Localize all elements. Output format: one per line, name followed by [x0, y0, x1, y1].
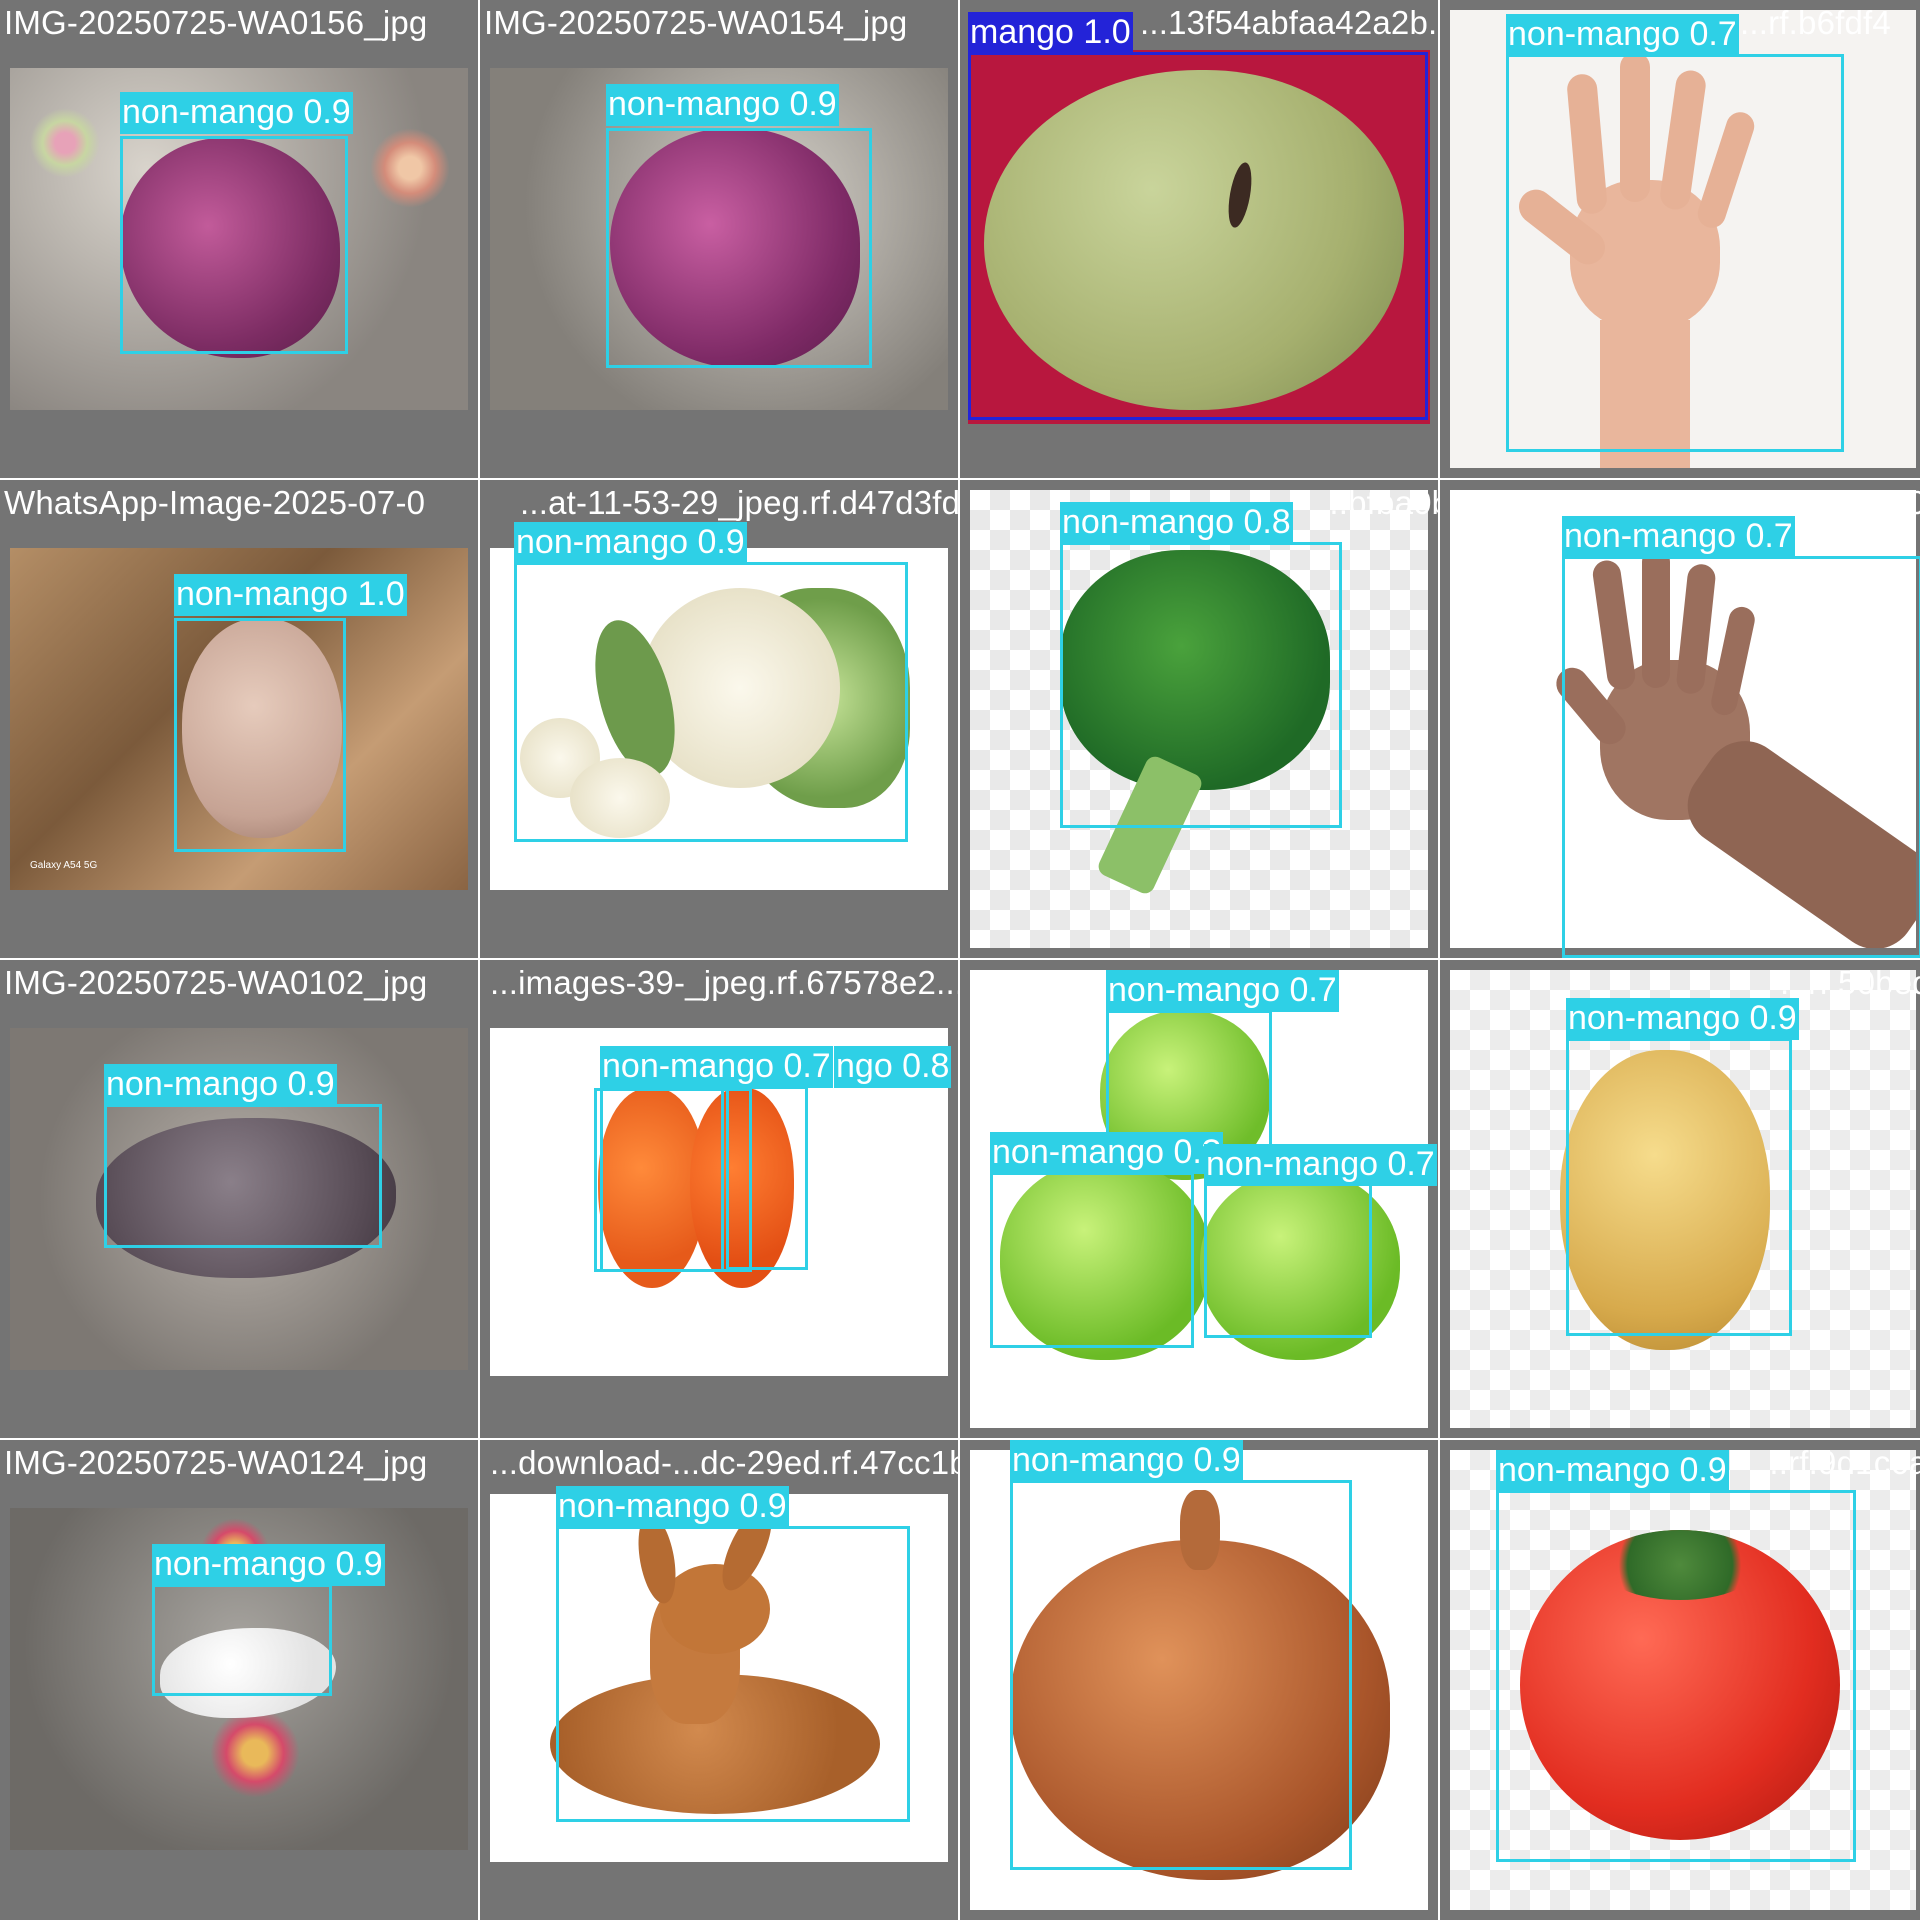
tile-1[interactable]: IMG-20250725-WA0156_jpg non-mango 0.9	[0, 0, 478, 478]
detection-label: non-mango 0.7	[600, 1046, 833, 1088]
detection-label: non-mango 0.7	[1506, 14, 1739, 56]
detection-label: non-mango 0.7	[1106, 970, 1339, 1012]
tile-filename: ...jpeg.rf.a5008	[1740, 484, 1920, 521]
tile-filename: IMG-20250725-WA0154_jpg	[484, 4, 908, 41]
detection-box	[1204, 1182, 1372, 1338]
cloth-flower	[30, 108, 100, 178]
grid-divider	[1438, 0, 1440, 1920]
detection-box-mango	[968, 52, 1428, 420]
detection-grid: IMG-20250725-WA0156_jpg non-mango 0.9 IM…	[0, 0, 1920, 1920]
tile-filename: ...rf.50bed	[1780, 964, 1920, 1001]
detection-label: non-mango 0.9	[1566, 998, 1799, 1040]
tile-6[interactable]: ...at-11-53-29_jpeg.rf.d47d3fd non-mango…	[480, 480, 958, 958]
tile-13[interactable]: IMG-20250725-WA0124_jpg non-mango 0.9	[0, 1440, 478, 1920]
cloth-flower	[210, 1708, 300, 1798]
detection-label: non-mango 1.0	[174, 574, 407, 616]
detection-label: non-mango 0.9	[120, 92, 353, 134]
tile-5[interactable]: Galaxy A54 5G WhatsApp-Image-2025-07-0 n…	[0, 480, 478, 958]
detection-box	[606, 128, 872, 368]
tile-12[interactable]: ...rf.50bed non-mango 0.9	[1440, 960, 1920, 1438]
detection-box	[514, 562, 908, 842]
grid-divider	[0, 1438, 1920, 1440]
detection-label: non-mango 0.9	[1496, 1450, 1729, 1492]
grid-divider	[958, 0, 960, 1920]
tile-9[interactable]: IMG-20250725-WA0102_jpg non-mango 0.9	[0, 960, 478, 1438]
tile-14[interactable]: ...download-...dc-29ed.rf.47cc1b non-man…	[480, 1440, 958, 1920]
tile-filename: WhatsApp-Image-2025-07-0	[4, 484, 426, 521]
tile-filename: ...at-11-53-29_jpeg.rf.d47d3fd	[520, 484, 958, 521]
detection-label: non-mango 0.9	[152, 1544, 385, 1586]
tile-15[interactable]: ...rf.68e7d5d... non-mango 0.9	[960, 1440, 1438, 1920]
detection-label: non-mango 0.9	[606, 84, 839, 126]
tile-filename: IMG-20250725-WA0156_jpg	[4, 4, 428, 41]
tile-filename: ...images-39-_jpeg.rf.67578e2...	[490, 964, 958, 1001]
detection-label: non-mango 0.9	[556, 1486, 789, 1528]
tile-10[interactable]: ...images-39-_jpeg.rf.67578e2... ngo 0.8…	[480, 960, 958, 1438]
tile-3[interactable]: ...13f54abfaa42a2b... mango 1.0	[960, 0, 1438, 478]
tile-2[interactable]: IMG-20250725-WA0154_jpg non-mango 0.9	[480, 0, 958, 478]
tile-filename: ...rf.b6fdf4	[1740, 4, 1891, 41]
cloth-flower	[370, 128, 450, 208]
detection-label: ngo 0.8	[834, 1046, 952, 1088]
detection-label: non-mango 0.7	[1562, 516, 1795, 558]
grid-divider	[0, 478, 1920, 480]
detection-box	[726, 1086, 808, 1270]
tile-8[interactable]: ...jpeg.rf.a5008 non-mango 0.7	[1440, 480, 1920, 958]
detection-box	[1010, 1480, 1352, 1870]
camera-watermark: Galaxy A54 5G	[30, 860, 98, 871]
detection-label: non-mango 0.7	[1204, 1144, 1437, 1186]
tile-filename: IMG-20250725-WA0124_jpg	[4, 1444, 428, 1481]
detection-box	[1496, 1490, 1856, 1862]
tile-4[interactable]: ...rf.b6fdf4 non-mango 0.7	[1440, 0, 1920, 478]
detection-box	[120, 136, 348, 354]
tile-filename: ...rf.9d1c6a	[1760, 1444, 1920, 1481]
detection-label: non-mango 0.9	[514, 522, 747, 564]
grid-divider	[478, 0, 480, 1920]
detection-box	[1562, 556, 1920, 958]
detection-label: non-mango 0.?	[990, 1132, 1223, 1174]
tile-filename: ...13f54abfaa42a2b...	[1140, 4, 1438, 41]
detection-box	[174, 618, 346, 852]
detection-box	[1566, 1038, 1792, 1336]
detection-box	[152, 1584, 332, 1696]
tile-11[interactable]: ...93c7... non-mango 0.7 non-mango 0.? n…	[960, 960, 1438, 1438]
grid-divider	[0, 958, 1920, 960]
detection-label: non-mango 0.8	[1060, 502, 1293, 544]
tile-7[interactable]: ...bfba0bfd... non-mango 0.8	[960, 480, 1438, 958]
tile-filename: ...download-...dc-29ed.rf.47cc1b	[490, 1444, 958, 1481]
detection-label: non-mango 0.9	[1010, 1440, 1243, 1482]
tile-16[interactable]: ...rf.9d1c6a non-mango 0.9	[1440, 1440, 1920, 1920]
tile-filename: ...bfba0bfd...	[1320, 484, 1438, 521]
detection-box	[990, 1172, 1194, 1348]
detection-box	[1506, 54, 1844, 452]
detection-box	[104, 1104, 382, 1248]
detection-label-mango: mango 1.0	[968, 12, 1133, 54]
tile-filename: IMG-20250725-WA0102_jpg	[4, 964, 428, 1001]
detection-label: non-mango 0.9	[104, 1064, 337, 1106]
detection-box	[1060, 542, 1342, 828]
detection-box	[556, 1526, 910, 1822]
